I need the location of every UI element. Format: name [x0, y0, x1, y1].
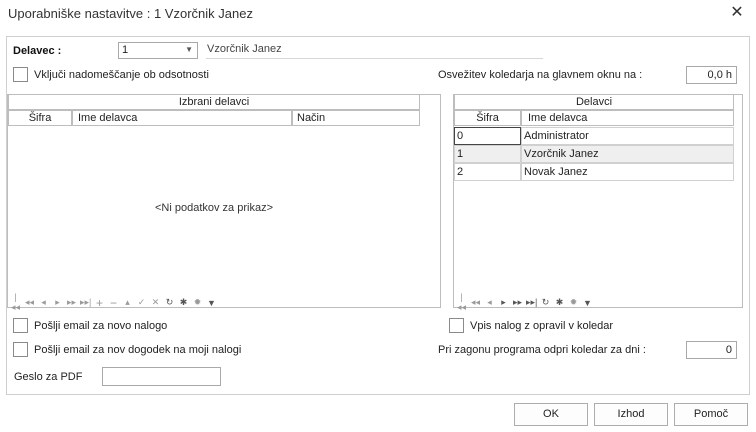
email-dogodek-checkbox[interactable] — [13, 342, 28, 357]
vpis-nalog-checkbox[interactable] — [449, 318, 464, 333]
previous-record-icon[interactable]: ◂ — [484, 297, 495, 308]
close-icon[interactable]: ✕ — [728, 4, 746, 22]
window-title: Uporabniške nastavitve : 1 Vzorčnik Jane… — [8, 6, 253, 21]
previous-page-icon[interactable]: ◂◂ — [470, 297, 481, 308]
geslo-pdf-input[interactable] — [102, 367, 221, 386]
delavec-combo[interactable]: 1 ▼ — [118, 42, 198, 59]
izbrani-delavci-grid — [7, 94, 441, 308]
first-record-icon[interactable]: |◂◂ — [456, 292, 467, 313]
email-nalog-label: Pošlji email za novo nalogo — [34, 320, 168, 332]
table-row-sifra[interactable]: 1 — [454, 145, 521, 163]
table-row-sifra[interactable]: 0 — [454, 127, 521, 145]
filter-icon[interactable]: ▼ — [582, 298, 593, 308]
column-header-nacin[interactable]: Način — [292, 110, 420, 126]
geslo-pdf-label: Geslo za PDF — [14, 371, 83, 383]
email-nalog-checkbox[interactable] — [13, 318, 28, 333]
delavec-label: Delavec : — [13, 45, 62, 57]
goto-bookmark-icon[interactable]: ✹ — [192, 297, 203, 308]
zagon-koledar-input[interactable]: 0 — [686, 341, 737, 359]
chevron-down-icon[interactable]: ▼ — [185, 45, 193, 54]
izhod-button[interactable]: Izhod — [594, 403, 668, 426]
left-grid-navigator: |◂◂ ◂◂ ◂ ▸ ▸▸ ▸▸| + − ▴ ✓ ✕ ↻ ✱ ✹ ▼ — [10, 292, 217, 313]
column-header-ime-delavca[interactable]: Ime delavca — [521, 110, 734, 126]
bookmark-icon[interactable]: ✱ — [554, 297, 565, 308]
previous-page-icon[interactable]: ◂◂ — [24, 297, 35, 308]
goto-bookmark-icon[interactable]: ✹ — [568, 297, 579, 308]
vkljuci-nadomescanje-label: Vključi nadomeščanje ob odsotnosti — [34, 69, 209, 81]
last-record-icon[interactable]: ▸▸| — [80, 297, 91, 308]
empty-grid-message: <Ni podatkov za prikaz> — [154, 202, 273, 214]
column-header-sifra[interactable]: Šifra — [8, 110, 72, 126]
cancel-icon[interactable]: ✕ — [150, 297, 161, 308]
filter-icon[interactable]: ▼ — [206, 298, 217, 308]
table-row-sifra[interactable]: 2 — [454, 163, 521, 181]
next-record-icon[interactable]: ▸ — [52, 297, 63, 308]
first-record-icon[interactable]: |◂◂ — [10, 292, 21, 313]
table-row-ime[interactable]: Novak Janez — [521, 163, 734, 181]
last-record-icon[interactable]: ▸▸| — [526, 297, 537, 308]
osvezitev-label: Osvežitev koledarja na glavnem oknu na : — [438, 69, 643, 81]
next-page-icon[interactable]: ▸▸ — [512, 297, 523, 308]
pomoc-button[interactable]: Pomoč — [674, 403, 748, 426]
refresh-icon[interactable]: ↻ — [540, 297, 551, 308]
delete-icon[interactable]: − — [108, 296, 119, 310]
zagon-koledar-label: Pri zagonu programa odpri koledar za dni… — [438, 344, 646, 356]
column-header-ime-delavca[interactable]: Ime delavca — [72, 110, 292, 126]
email-dogodek-label: Pošlji email za nov dogodek na moji nalo… — [34, 344, 242, 356]
next-record-icon[interactable]: ▸ — [498, 297, 509, 308]
delavci-band: Delavci — [454, 94, 734, 110]
osvezitev-input[interactable]: 0,0 h — [686, 66, 737, 84]
delavec-name-field: Vzorčnik Janez — [206, 42, 543, 59]
next-page-icon[interactable]: ▸▸ — [66, 297, 77, 308]
previous-record-icon[interactable]: ◂ — [38, 297, 49, 308]
ok-button[interactable]: OK — [514, 403, 588, 426]
vpis-nalog-label: Vpis nalog z opravil v koledar — [470, 320, 614, 332]
bookmark-icon[interactable]: ✱ — [178, 297, 189, 308]
insert-icon[interactable]: + — [94, 296, 105, 310]
column-header-sifra[interactable]: Šifra — [454, 110, 521, 126]
table-row-ime[interactable]: Vzorčnik Janez — [521, 145, 734, 163]
izbrani-delavci-band: Izbrani delavci — [8, 94, 420, 110]
edit-icon[interactable]: ▴ — [122, 297, 133, 308]
table-row-ime[interactable]: Administrator — [521, 127, 734, 145]
delavec-combo-value: 1 — [122, 44, 129, 56]
refresh-icon[interactable]: ↻ — [164, 297, 175, 308]
vkljuci-nadomescanje-checkbox[interactable] — [13, 67, 28, 82]
right-grid-navigator: |◂◂ ◂◂ ◂ ▸ ▸▸ ▸▸| ↻ ✱ ✹ ▼ — [456, 292, 593, 313]
post-icon[interactable]: ✓ — [136, 297, 147, 308]
